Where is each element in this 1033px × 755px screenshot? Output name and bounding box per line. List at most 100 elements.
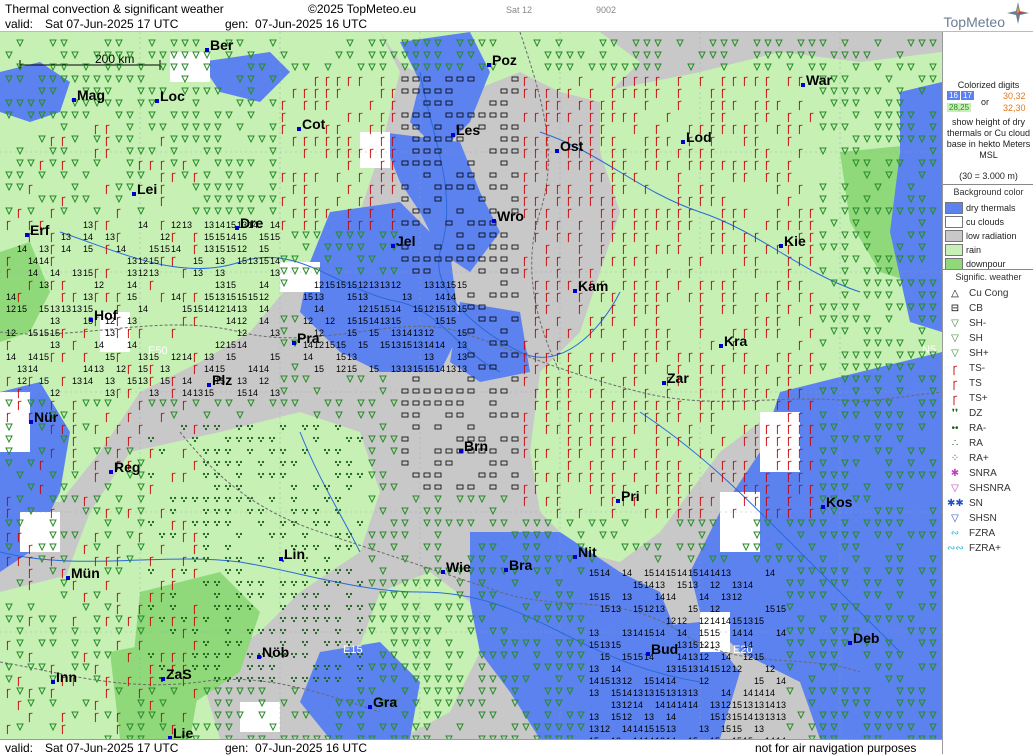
shower-icon bbox=[885, 111, 893, 120]
shower-icon bbox=[918, 219, 926, 228]
thunderstorm-icon: Ꞅ bbox=[83, 496, 88, 507]
shower-icon bbox=[82, 699, 90, 708]
shower-icon bbox=[379, 63, 387, 72]
weather-map[interactable]: 200 km E50 E15 E20 N5 ꞄꞄꞄꞄꞄꞄꞄꞄꞄꞄꞄꞄꞄꞄꞄꞄꞄꞄ… bbox=[0, 32, 942, 739]
shower-icon bbox=[115, 507, 123, 516]
shower-icon bbox=[27, 507, 35, 516]
thunderstorm-icon: Ꞅ bbox=[391, 136, 396, 147]
topmeteo-logo[interactable]: TopMeteo bbox=[944, 14, 1005, 30]
thunderstorm-icon: Ꞅ bbox=[655, 448, 660, 459]
shower-icon bbox=[544, 711, 552, 720]
thermal-height-label: 12 bbox=[116, 364, 126, 374]
thunderstorm-icon: Ꞅ bbox=[655, 160, 660, 171]
shower-icon bbox=[544, 51, 552, 60]
thunderstorm-icon: Ꞅ bbox=[545, 220, 550, 231]
shower-icon bbox=[60, 495, 68, 504]
cb-icon bbox=[500, 460, 508, 466]
thunderstorm-icon: Ꞅ bbox=[314, 100, 319, 111]
cb-icon bbox=[434, 124, 442, 130]
thunderstorm-icon: Ꞅ bbox=[622, 400, 627, 411]
thunderstorm-icon: Ꞅ bbox=[193, 604, 198, 615]
shower-icon bbox=[511, 639, 519, 648]
sat-code: Sat 12 bbox=[506, 5, 533, 15]
thunderstorm-icon: Ꞅ bbox=[347, 76, 352, 87]
shower-icon bbox=[885, 123, 893, 132]
thunderstorm-icon: Ꞅ bbox=[644, 340, 649, 351]
shower-icon bbox=[830, 723, 838, 732]
shower-icon bbox=[38, 687, 46, 696]
thunderstorm-icon: Ꞅ bbox=[754, 304, 759, 315]
thunderstorm-icon: Ꞅ bbox=[369, 100, 374, 111]
thermal-height-label: 15 bbox=[347, 328, 357, 338]
thermal-height-label: 14 bbox=[666, 592, 676, 602]
thermal-height-label: 14 bbox=[622, 568, 632, 578]
shower-icon bbox=[643, 63, 651, 72]
rain-icon bbox=[279, 628, 287, 635]
shower-icon bbox=[885, 423, 893, 432]
cb-icon bbox=[467, 424, 475, 430]
thermal-height-label: 13 bbox=[688, 652, 698, 662]
thunderstorm-icon: Ꞅ bbox=[611, 316, 616, 327]
shower-icon bbox=[918, 567, 926, 576]
shower-icon bbox=[775, 543, 783, 552]
shower-icon bbox=[203, 195, 211, 204]
shower-icon bbox=[291, 231, 299, 240]
weather-symbol-label: SHSN bbox=[969, 513, 997, 524]
thunderstorm-icon: Ꞅ bbox=[578, 76, 583, 87]
shower-icon bbox=[247, 111, 255, 120]
thunderstorm-icon: Ꞅ bbox=[633, 88, 638, 99]
thunderstorm-icon: Ꞅ bbox=[765, 112, 770, 123]
thermal-height-label: 14 bbox=[259, 280, 269, 290]
shower-icon bbox=[885, 291, 893, 300]
shower-icon bbox=[863, 159, 871, 168]
thunderstorm-icon: Ꞅ bbox=[303, 184, 308, 195]
thunderstorm-icon: Ꞅ bbox=[666, 340, 671, 351]
thermal-height-label: 15 bbox=[336, 340, 346, 350]
weather-symbol-icon: Ꞅ bbox=[952, 394, 958, 406]
shower-icon bbox=[929, 63, 937, 72]
shower-icon bbox=[896, 519, 904, 528]
rain-icon bbox=[246, 508, 254, 515]
thermal-height-label: 15 bbox=[28, 328, 38, 338]
thunderstorm-icon: Ꞅ bbox=[545, 292, 550, 303]
thermal-height-label: 12 bbox=[699, 616, 709, 626]
shower-icon bbox=[830, 687, 838, 696]
thermal-height-label: 13 bbox=[248, 256, 258, 266]
thunderstorm-icon: Ꞅ bbox=[754, 148, 759, 159]
shower-icon bbox=[423, 639, 431, 648]
shower-icon bbox=[907, 687, 915, 696]
thunderstorm-icon: Ꞅ bbox=[798, 220, 803, 231]
thunderstorm-icon: Ꞅ bbox=[611, 232, 616, 243]
thermal-height-label: 12 bbox=[259, 376, 269, 386]
thermal-height-label: 13 bbox=[402, 292, 412, 302]
shower-icon bbox=[390, 651, 398, 660]
shower-icon bbox=[368, 531, 376, 540]
shower-icon bbox=[16, 723, 24, 732]
thunderstorm-icon: Ꞅ bbox=[688, 220, 693, 231]
thunderstorm-icon: Ꞅ bbox=[710, 472, 715, 483]
header-bar: Thermal convection & significant weather… bbox=[0, 0, 1033, 32]
shower-icon bbox=[555, 615, 563, 624]
thunderstorm-icon: Ꞅ bbox=[732, 220, 737, 231]
thunderstorm-icon: Ꞅ bbox=[534, 220, 539, 231]
thunderstorm-icon: Ꞅ bbox=[160, 256, 165, 267]
shower-icon bbox=[654, 63, 662, 72]
shower-icon bbox=[203, 87, 211, 96]
thermal-height-label: 14 bbox=[182, 388, 192, 398]
city-label: Plz bbox=[212, 372, 233, 388]
city-marker bbox=[257, 655, 261, 659]
thunderstorm-icon: Ꞅ bbox=[677, 460, 682, 471]
shower-icon bbox=[346, 243, 354, 252]
thunderstorm-icon: Ꞅ bbox=[336, 88, 341, 99]
shower-icon bbox=[489, 675, 497, 684]
shower-icon bbox=[830, 219, 838, 228]
thunderstorm-icon: Ꞅ bbox=[94, 148, 99, 159]
thermal-height-label: 14 bbox=[644, 580, 654, 590]
thermal-height-label: 13 bbox=[457, 364, 467, 374]
rain-icon bbox=[290, 460, 298, 467]
rain-icon bbox=[312, 568, 320, 575]
thermal-height-label: 14 bbox=[743, 712, 753, 722]
thunderstorm-icon: Ꞅ bbox=[578, 160, 583, 171]
shower-icon bbox=[852, 411, 860, 420]
city-label: Lin bbox=[284, 546, 305, 562]
